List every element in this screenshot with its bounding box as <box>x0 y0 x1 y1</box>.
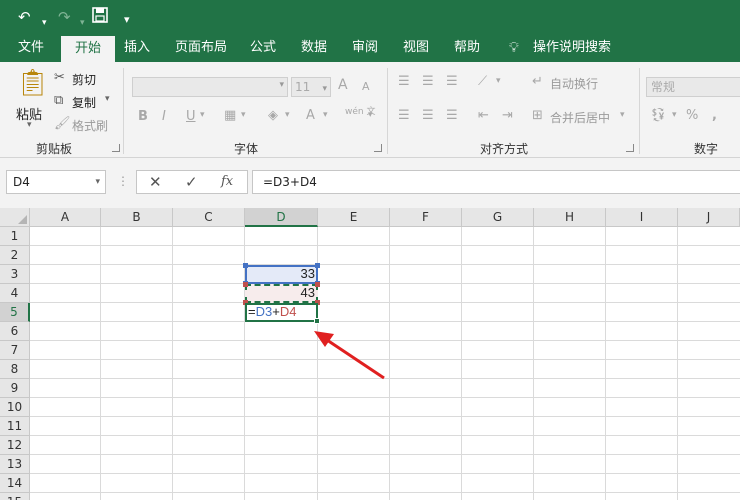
annotation-arrow <box>314 331 385 380</box>
